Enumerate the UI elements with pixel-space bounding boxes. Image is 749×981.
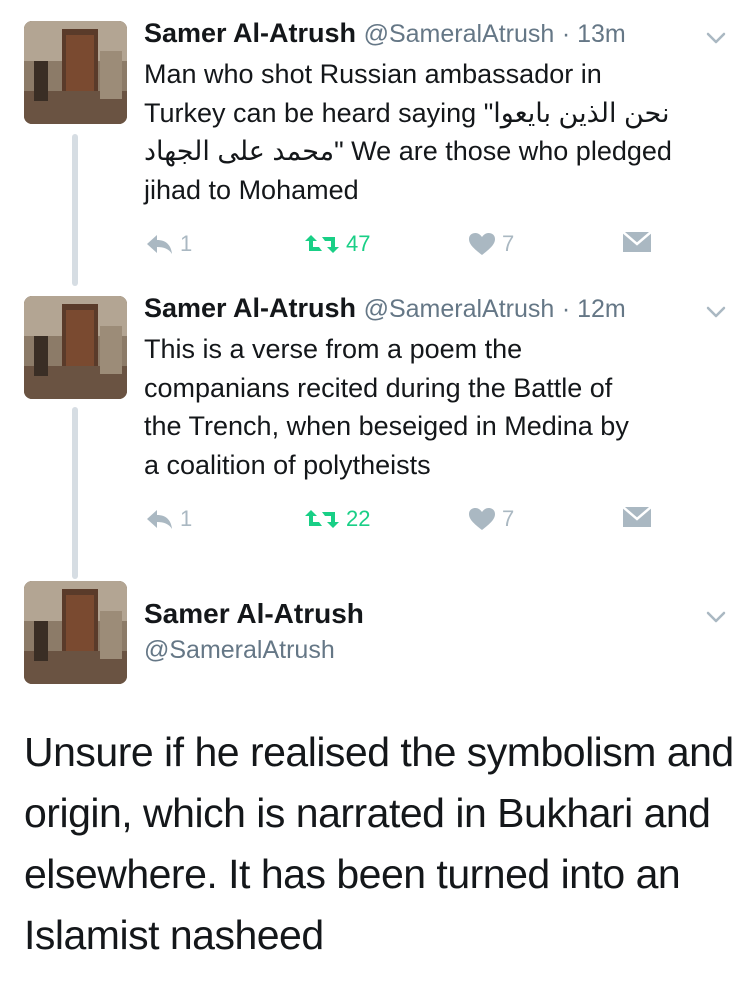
- retweet-count: 47: [346, 231, 371, 256]
- chevron-down-icon[interactable]: [704, 26, 728, 50]
- direct-message-icon: [622, 231, 652, 252]
- tweet-header: Samer Al-Atrush @SameralAtrush · 13m: [144, 18, 626, 49]
- like-icon: [469, 233, 495, 255]
- chevron-down-icon[interactable]: [704, 605, 728, 629]
- avatar[interactable]: [24, 581, 127, 684]
- avatar[interactable]: [24, 21, 127, 124]
- tweet-actions: 1 22 7: [144, 506, 664, 540]
- tweet-actions: 1 47 7: [144, 231, 664, 265]
- like-icon: [469, 508, 495, 530]
- reply-icon: [147, 235, 172, 254]
- tweet-2[interactable]: Samer Al-Atrush @SameralAtrush · 12m Thi…: [0, 290, 749, 579]
- thread-line: [72, 407, 78, 579]
- reply-icon: [147, 510, 172, 529]
- tweet-text: Man who shot Russian ambassador in Turke…: [144, 59, 672, 205]
- author-handle[interactable]: @SameralAtrush: [364, 20, 555, 48]
- avatar[interactable]: [24, 296, 127, 399]
- retweet-button[interactable]: 47: [304, 231, 370, 257]
- direct-message-icon: [622, 506, 652, 527]
- tweet-1[interactable]: Samer Al-Atrush @SameralAtrush · 13m Man…: [0, 0, 749, 290]
- timestamp[interactable]: · 13m: [562, 20, 626, 48]
- like-count: 7: [502, 231, 515, 256]
- timestamp[interactable]: · 12m: [562, 295, 626, 323]
- author-handle[interactable]: @SameralAtrush: [364, 295, 555, 323]
- retweet-count: 22: [346, 506, 371, 531]
- main-tweet-text: Unsure if he realised the symbolism and …: [24, 729, 734, 958]
- like-button[interactable]: 7: [468, 231, 514, 257]
- direct-message-button[interactable]: [622, 231, 652, 253]
- retweet-icon: [305, 510, 339, 528]
- retweet-button[interactable]: 22: [304, 506, 370, 532]
- tweet-header: Samer Al-Atrush @SameralAtrush · 12m: [144, 293, 626, 324]
- author-name[interactable]: Samer Al-Atrush: [144, 18, 356, 48]
- reply-count: 1: [180, 231, 193, 256]
- reply-button[interactable]: 1: [144, 506, 192, 532]
- reply-button[interactable]: 1: [144, 231, 192, 257]
- reply-count: 1: [180, 506, 193, 531]
- author-handle[interactable]: @SameralAtrush: [144, 636, 364, 665]
- retweet-icon: [305, 235, 339, 253]
- chevron-down-icon[interactable]: [704, 300, 728, 324]
- direct-message-button[interactable]: [622, 506, 652, 528]
- like-count: 7: [502, 506, 515, 531]
- tweet-text: This is a verse from a poem the compania…: [144, 334, 629, 480]
- main-tweet-header: Samer Al-Atrush @SameralAtrush: [144, 598, 364, 665]
- author-name[interactable]: Samer Al-Atrush: [144, 293, 356, 323]
- author-name[interactable]: Samer Al-Atrush: [144, 598, 364, 630]
- thread-line: [72, 134, 78, 286]
- like-button[interactable]: 7: [468, 506, 514, 532]
